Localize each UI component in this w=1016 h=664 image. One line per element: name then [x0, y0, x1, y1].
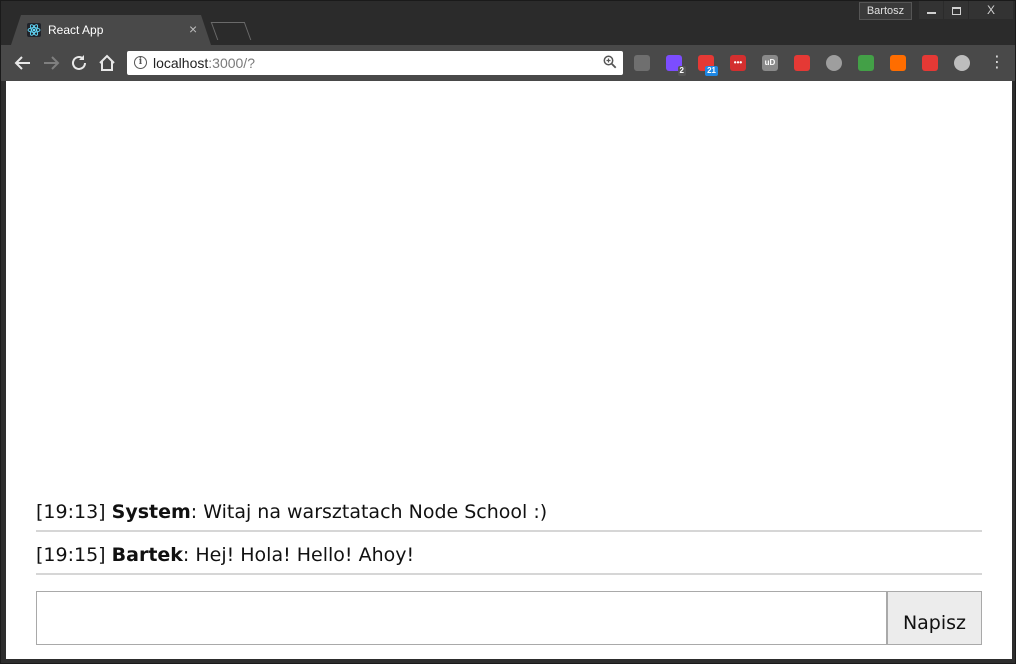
tab-react-app[interactable]: React App ×	[11, 15, 211, 45]
tab-close-icon[interactable]: ×	[189, 21, 197, 37]
message-author: System	[111, 501, 191, 523]
maximize-button[interactable]	[944, 1, 968, 19]
message-composer: Napisz	[36, 591, 982, 645]
dashlane-icon[interactable]	[794, 55, 810, 71]
page-viewport: [19:13] System: Witaj na warsztatach Nod…	[6, 81, 1012, 659]
browser-toolbar: i localhost:3000/? 2 21 ••• uD ⋮	[1, 45, 1015, 81]
mail-icon[interactable]	[634, 55, 650, 71]
list-item: [19:15] Bartek: Hej! Hola! Hello! Ahoy!	[36, 532, 982, 575]
color-picker-icon[interactable]	[858, 55, 874, 71]
reload-icon	[72, 55, 86, 70]
message-input[interactable]	[36, 591, 887, 645]
list-item: [19:13] System: Witaj na warsztatach Nod…	[36, 489, 982, 532]
new-tab-button[interactable]	[210, 22, 252, 40]
arrow-right-icon	[44, 56, 60, 70]
home-icon	[99, 54, 115, 71]
forward-button[interactable]	[41, 53, 61, 73]
message-time: [19:15]	[36, 544, 106, 566]
profile-button[interactable]: Bartosz	[859, 2, 912, 20]
close-window-button[interactable]: X	[969, 1, 1013, 19]
maximize-icon	[951, 6, 961, 15]
message-list: [19:13] System: Witaj na warsztatach Nod…	[36, 489, 982, 575]
feedly-icon[interactable]: 2	[666, 55, 686, 76]
lastpass-icon[interactable]: •••	[730, 55, 746, 71]
minimize-button[interactable]	[919, 1, 943, 19]
calendar-badge: 21	[705, 66, 718, 76]
send-button[interactable]: Napisz	[887, 591, 982, 645]
browser-menu-button[interactable]: ⋮	[989, 55, 1005, 71]
back-button[interactable]	[13, 53, 33, 73]
react-logo-icon	[27, 23, 41, 37]
red-extension-icon[interactable]	[922, 55, 938, 71]
minimize-icon	[926, 11, 936, 14]
arrow-left-icon	[14, 56, 30, 70]
home-button[interactable]	[97, 53, 117, 73]
message-time: [19:13]	[36, 501, 106, 523]
calendar-icon[interactable]: 21	[698, 55, 718, 76]
ublock-icon[interactable]: uD	[762, 55, 778, 71]
zoom-icon[interactable]	[603, 55, 617, 69]
address-bar[interactable]: i localhost:3000/?	[127, 51, 623, 75]
message-text: : Hej! Hola! Hello! Ahoy!	[182, 544, 415, 566]
camera-icon[interactable]	[826, 55, 842, 71]
title-bar: React App × Bartosz X	[1, 1, 1015, 45]
message-author: Bartek	[111, 544, 183, 566]
info-icon[interactable]: i	[134, 56, 147, 69]
reload-button[interactable]	[69, 53, 89, 73]
feedly-badge: 2	[677, 66, 686, 76]
orange-extension-icon[interactable]	[890, 55, 906, 71]
browser-window: React App × Bartosz X i localhost:3000/?…	[0, 0, 1016, 664]
tab-title: React App	[48, 23, 104, 37]
target-icon[interactable]	[954, 55, 970, 71]
message-text: : Witaj na warsztatach Node School :)	[190, 501, 548, 523]
url-text: localhost:3000/?	[153, 55, 255, 71]
